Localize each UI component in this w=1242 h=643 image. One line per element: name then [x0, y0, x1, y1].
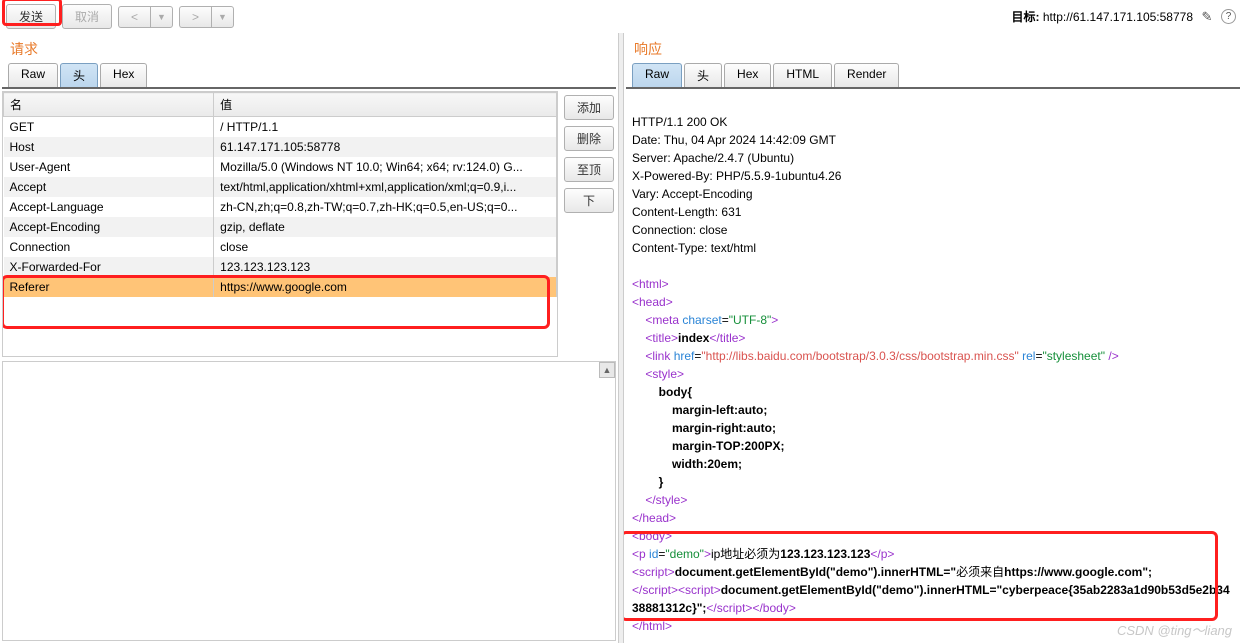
table-row[interactable]: User-AgentMozilla/5.0 (Windows NT 10.0; … [4, 157, 557, 177]
headers-table[interactable]: 名 值 GET/ HTTP/1.1Host61.147.171.105:5877… [3, 92, 557, 297]
scroll-up-icon[interactable]: ▲ [599, 362, 615, 378]
header-value[interactable]: Mozilla/5.0 (Windows NT 10.0; Win64; x64… [214, 157, 557, 177]
next-group[interactable]: > ▼ [179, 6, 234, 28]
header-name[interactable]: Host [4, 137, 214, 157]
request-title: 请求 [0, 33, 618, 63]
add-button[interactable]: 添加 [564, 95, 614, 120]
prev-dropdown[interactable]: ▼ [150, 6, 173, 28]
col-value[interactable]: 值 [214, 93, 557, 117]
resp-tab-headers[interactable]: 头 [684, 63, 722, 87]
response-body[interactable]: HTTP/1.1 200 OK Date: Thu, 04 Apr 2024 1… [624, 89, 1242, 643]
resp-tab-html[interactable]: HTML [773, 63, 832, 87]
table-row[interactable]: Accept-Encodinggzip, deflate [4, 217, 557, 237]
resp-tab-raw[interactable]: Raw [632, 63, 682, 87]
table-row[interactable]: Host61.147.171.105:58778 [4, 137, 557, 157]
table-row[interactable]: Refererhttps://www.google.com [4, 277, 557, 297]
table-row[interactable]: X-Forwarded-For123.123.123.123 [4, 257, 557, 277]
tab-raw[interactable]: Raw [8, 63, 58, 87]
header-name[interactable]: GET [4, 117, 214, 138]
header-value[interactable]: 61.147.171.105:58778 [214, 137, 557, 157]
prev-button[interactable]: < [118, 6, 150, 28]
resp-tab-hex[interactable]: Hex [724, 63, 771, 87]
next-button[interactable]: > [179, 6, 211, 28]
header-value[interactable]: gzip, deflate [214, 217, 557, 237]
tab-hex[interactable]: Hex [100, 63, 147, 87]
request-editor[interactable]: ▲ [2, 361, 616, 641]
target-label: 目标: http://61.147.171.105:58778 [1012, 8, 1193, 25]
pencil-icon[interactable]: ✎ [1199, 9, 1215, 25]
delete-button[interactable]: 删除 [564, 126, 614, 151]
table-row[interactable]: Connectionclose [4, 237, 557, 257]
header-name[interactable]: Referer [4, 277, 214, 297]
response-title: 响应 [624, 33, 1242, 63]
tab-headers[interactable]: 头 [60, 63, 98, 87]
header-value[interactable]: close [214, 237, 557, 257]
resp-headers-text: HTTP/1.1 200 OK Date: Thu, 04 Apr 2024 1… [632, 115, 841, 255]
header-value[interactable]: text/html,application/xhtml+xml,applicat… [214, 177, 557, 197]
table-row[interactable]: Accept-Languagezh-CN,zh;q=0.8,zh-TW;q=0.… [4, 197, 557, 217]
cancel-button[interactable]: 取消 [62, 4, 112, 29]
request-tabs: Raw 头 Hex [2, 63, 616, 89]
send-button[interactable]: 发送 [6, 4, 56, 29]
resp-tab-render[interactable]: Render [834, 63, 899, 87]
header-value[interactable]: / HTTP/1.1 [214, 117, 557, 138]
response-tabs: Raw 头 Hex HTML Render [626, 63, 1240, 89]
table-row[interactable]: Accepttext/html,application/xhtml+xml,ap… [4, 177, 557, 197]
header-name[interactable]: Connection [4, 237, 214, 257]
header-name[interactable]: Accept-Encoding [4, 217, 214, 237]
header-value[interactable]: https://www.google.com [214, 277, 557, 297]
header-value[interactable]: zh-CN,zh;q=0.8,zh-TW;q=0.7,zh-HK;q=0.5,e… [214, 197, 557, 217]
col-name[interactable]: 名 [4, 93, 214, 117]
header-name[interactable]: X-Forwarded-For [4, 257, 214, 277]
top-button[interactable]: 至顶 [564, 157, 614, 182]
header-name[interactable]: User-Agent [4, 157, 214, 177]
header-value[interactable]: 123.123.123.123 [214, 257, 557, 277]
next-dropdown[interactable]: ▼ [211, 6, 234, 28]
table-row[interactable]: GET/ HTTP/1.1 [4, 117, 557, 138]
header-name[interactable]: Accept [4, 177, 214, 197]
down-button[interactable]: 下 [564, 188, 614, 213]
prev-group[interactable]: < ▼ [118, 6, 173, 28]
header-name[interactable]: Accept-Language [4, 197, 214, 217]
help-icon[interactable]: ? [1221, 9, 1236, 24]
